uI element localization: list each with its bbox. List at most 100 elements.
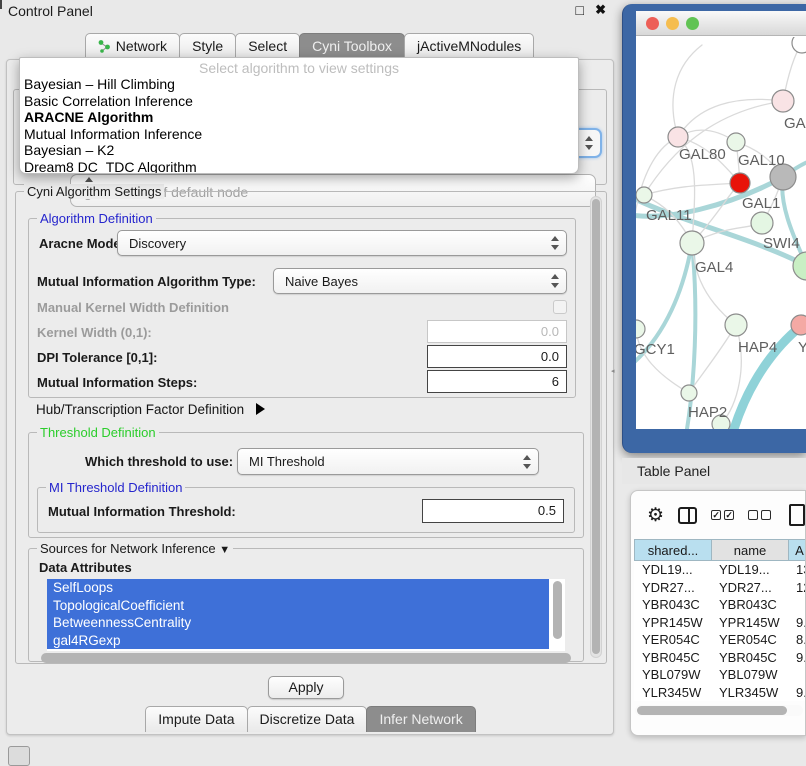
table-cell[interactable] [788, 596, 805, 614]
table-row[interactable]: YPR145WYPR145W9. [634, 614, 805, 632]
table-row[interactable]: YBR045CYBR045C9. [634, 649, 805, 667]
network-edge[interactable] [673, 45, 702, 137]
table-cell[interactable]: YDL19... [711, 561, 788, 579]
document-icon[interactable] [789, 504, 805, 526]
gear-icon[interactable]: ⚙ [647, 506, 664, 525]
tab-style[interactable]: Style [179, 33, 236, 59]
table-cell[interactable]: YLR345W [711, 684, 788, 702]
network-node-node-salmon[interactable] [791, 315, 806, 335]
algorithm-option[interactable]: Mutual Information Inference [20, 126, 578, 143]
splitter-handle[interactable]: ◂ [611, 367, 616, 373]
which-threshold-combobox[interactable]: MI Threshold [237, 448, 539, 475]
table-cell[interactable] [788, 666, 805, 684]
table-cell[interactable]: YBL079W [711, 666, 788, 684]
algorithm-option[interactable]: Dream8 DC_TDC Algorithm [20, 159, 578, 175]
tab-discretize-data[interactable]: Discretize Data [247, 706, 368, 732]
network-node-node-top-partial[interactable] [792, 37, 806, 53]
network-canvas[interactable]: GALGAL80GAL10GAL1GAL11SWI4GAL4GCY1HAP4YH… [636, 37, 806, 429]
table-cell[interactable]: YBR045C [634, 649, 711, 667]
manual-kernel-checkbox[interactable] [553, 300, 567, 314]
table-cell[interactable]: YLR345W [634, 684, 711, 702]
table-hscrollbar[interactable] [635, 705, 803, 716]
attribute-item[interactable]: TopologicalCoefficient [47, 597, 549, 615]
select-all-icon[interactable]: ✓✓ [711, 510, 734, 520]
attributes-scrollbar-thumb[interactable] [553, 581, 562, 639]
settings-scrollbar-thumb[interactable] [592, 199, 600, 654]
aracne-mode-combobox[interactable]: Discovery [117, 230, 567, 256]
minimize-traffic-light[interactable] [666, 17, 679, 30]
table-cell[interactable]: 12 [788, 579, 805, 597]
algorithm-option[interactable]: Basic Correlation Inference [20, 93, 578, 110]
table-cell[interactable]: YER054C [634, 631, 711, 649]
table-cell[interactable]: YER054C [711, 631, 788, 649]
table-cell[interactable]: YBR045C [711, 649, 788, 667]
split-pane-icon[interactable] [678, 507, 697, 524]
table-cell[interactable]: YBL079W [634, 666, 711, 684]
network-edge[interactable] [636, 329, 689, 393]
sources-legend[interactable]: Sources for Network Inference ▼ [37, 541, 233, 556]
table-row[interactable]: YDL19...YDL19...13 [634, 561, 805, 579]
network-edge[interactable] [636, 137, 678, 329]
table-hscrollbar-thumb[interactable] [637, 706, 787, 715]
table-cell[interactable]: 13 [788, 561, 805, 579]
network-node-GAL4[interactable] [680, 231, 704, 255]
table-cell[interactable]: YPR145W [634, 614, 711, 632]
table-row[interactable]: YDR27...YDR27...12 [634, 579, 805, 597]
network-node-node-right-green[interactable] [793, 252, 806, 280]
table-row[interactable]: YLR345WYLR345W9. [634, 684, 805, 702]
close-traffic-light[interactable] [646, 17, 659, 30]
table-cell[interactable]: YBR043C [634, 596, 711, 614]
column-header[interactable]: name [712, 540, 789, 560]
tab-infer-network[interactable]: Infer Network [366, 706, 475, 732]
attribute-item[interactable]: BetweennessCentrality [47, 614, 549, 632]
network-node-HAP4[interactable] [725, 314, 747, 336]
mi-threshold-field[interactable]: 0.5 [422, 499, 564, 523]
dpi-tolerance-field[interactable]: 0.0 [427, 345, 567, 368]
zoom-traffic-light[interactable] [686, 17, 699, 30]
network-node-HAP2[interactable] [681, 385, 697, 401]
network-node-GAL1[interactable] [751, 212, 773, 234]
tab-select[interactable]: Select [235, 33, 300, 59]
tab-jactivemnodules[interactable]: jActiveMNodules [404, 33, 534, 59]
table-row[interactable]: YBL079WYBL079W [634, 666, 805, 684]
algorithm-option[interactable]: ARACNE Algorithm [20, 109, 578, 126]
network-node-GAL10[interactable] [727, 133, 745, 151]
attribute-item[interactable]: gal4RGexp [47, 632, 549, 650]
table-row[interactable]: YBR043CYBR043C [634, 596, 805, 614]
network-edge[interactable] [644, 183, 740, 195]
table-cell[interactable]: 8. [788, 631, 805, 649]
table-cell[interactable]: YDR27... [711, 579, 788, 597]
column-header[interactable]: shared... [635, 540, 712, 560]
network-node-node-gal7[interactable] [772, 90, 794, 112]
kernel-width-field[interactable]: 0.0 [427, 320, 567, 343]
network-node-node-red[interactable] [730, 173, 750, 193]
network-edge[interactable] [734, 320, 806, 429]
algorithm-option[interactable]: Bayesian – Hill Climbing [20, 76, 578, 93]
column-header[interactable]: A [789, 540, 806, 560]
apply-button[interactable]: Apply [268, 676, 344, 699]
table-row[interactable]: YER054CYER054C8. [634, 631, 805, 649]
tab-impute-data[interactable]: Impute Data [145, 706, 247, 732]
settings-scrollbar-track[interactable] [590, 196, 602, 658]
network-edge[interactable] [692, 243, 736, 325]
mi-steps-field[interactable]: 6 [427, 370, 567, 393]
table-cell[interactable]: YPR145W [711, 614, 788, 632]
table-cell[interactable]: YDR27... [634, 579, 711, 597]
deselect-all-icon[interactable] [748, 510, 771, 520]
mi-type-combobox[interactable]: Naive Bayes [273, 268, 567, 294]
tab-cyni-toolbox[interactable]: Cyni Toolbox [299, 33, 405, 59]
attributes-hscrollbar-thumb[interactable] [41, 653, 571, 663]
table-cell[interactable]: 9. [788, 684, 805, 702]
collapsed-panel-icon[interactable] [8, 746, 30, 766]
algorithm-option[interactable]: Bayesian – K2 [20, 142, 578, 159]
float-window-icon[interactable]: □ [576, 2, 584, 18]
network-node-GAL80[interactable] [668, 127, 688, 147]
table-cell[interactable]: YDL19... [634, 561, 711, 579]
close-icon[interactable]: ✖ [595, 2, 606, 18]
hub-definition-expander[interactable]: Hub/Transcription Factor Definition [36, 402, 265, 417]
table-cell[interactable]: YBR043C [711, 596, 788, 614]
network-node-GAL11[interactable] [636, 187, 652, 203]
table-cell[interactable]: 9. [788, 614, 805, 632]
network-view-window[interactable]: GALGAL80GAL10GAL1GAL11SWI4GAL4GCY1HAP4YH… [622, 4, 806, 453]
attribute-item[interactable]: SelfLoops [47, 579, 549, 597]
